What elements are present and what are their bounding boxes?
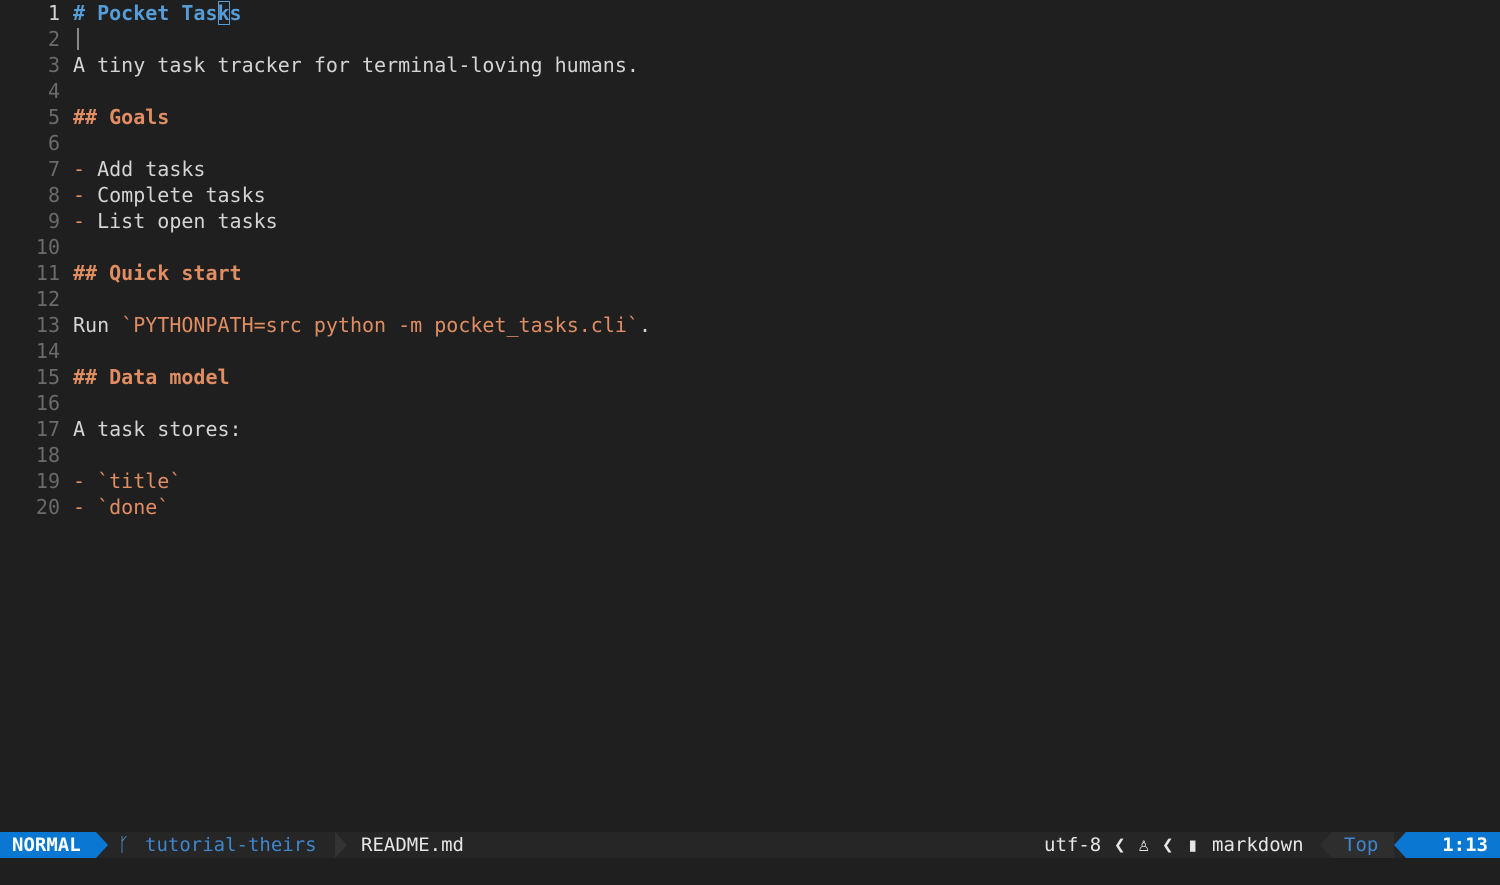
line-text: A task stores: <box>73 416 242 442</box>
line-number: 18 <box>35 443 60 467</box>
editor-line[interactable]: 1 # Pocket Tasks <box>0 0 1500 26</box>
line-number: 16 <box>35 391 60 415</box>
editor-line[interactable]: 11 ## Quick start <box>0 260 1500 286</box>
editor-line[interactable]: 8- Complete tasks <box>0 182 1500 208</box>
editor-line[interactable]: 6 <box>0 130 1500 156</box>
editor-buffer[interactable]: 1 # Pocket Tasks 2 3 A tiny task tracker for… <box>0 0 1500 832</box>
line-text: ## Quick start <box>73 260 242 286</box>
editor-line[interactable]: 5 ## Goals <box>0 104 1500 130</box>
text-segment: `PYTHONPATH=src python -m pocket_tasks.c… <box>121 313 639 337</box>
text-segment: - <box>73 157 98 181</box>
line-number: 6 <box>47 131 60 155</box>
line-number: 8 <box>47 183 60 207</box>
text-segment: . <box>638 313 651 337</box>
line-number: 3 <box>47 53 60 77</box>
editor-line[interactable]: 18 <box>0 442 1500 468</box>
line-text: - `done` <box>73 494 169 520</box>
line-number: 5 <box>47 105 60 129</box>
chevron-left-icon: ❮ <box>1114 834 1126 856</box>
file-icon: ▮ <box>1187 834 1199 856</box>
editor-line[interactable]: 7- Add tasks <box>0 156 1500 182</box>
line-number: 1 <box>47 1 60 25</box>
line-number: 11 <box>35 261 60 285</box>
linux-icon: ♙ <box>1138 834 1150 856</box>
line-number: 10 <box>35 235 60 259</box>
editor-line[interactable]: 14 <box>0 338 1500 364</box>
text-segment: Add tasks <box>97 157 206 181</box>
editor-line[interactable]: 13 Run `PYTHONPATH=src python -m pocket_t… <box>0 312 1500 338</box>
editor-line[interactable]: 12 <box>0 286 1500 312</box>
editor-line[interactable]: 20- `done` <box>0 494 1500 520</box>
cursor-char: k <box>217 1 230 25</box>
editor-line[interactable]: 10 <box>0 234 1500 260</box>
line-number: 14 <box>35 339 60 363</box>
editor-line[interactable]: 16 <box>0 390 1500 416</box>
text-segment: ## Quick start <box>73 261 242 285</box>
line-number: 20 <box>35 495 60 519</box>
chevron-left-icon: ❮ <box>1162 834 1174 856</box>
position-separator <box>1394 832 1406 858</box>
git-branch-name: tutorial-theirs <box>145 834 317 856</box>
text-segment: s <box>229 1 242 25</box>
editor-line[interactable]: 19- `title` <box>0 468 1500 494</box>
line-number: 9 <box>47 209 60 233</box>
branch-separator <box>335 832 347 858</box>
line-number: 15 <box>35 365 60 389</box>
text-segment: Run <box>73 313 122 337</box>
editor-line[interactable]: 9- List open tasks <box>0 208 1500 234</box>
file-encoding: utf-8 <box>1044 834 1102 856</box>
line-text: - `title` <box>73 468 181 494</box>
file-name: README.md <box>361 834 464 856</box>
line-text: - List open tasks <box>73 208 278 234</box>
text-segment: - <box>73 183 98 207</box>
text-segment: - <box>73 495 98 519</box>
text-segment: # Pocket Tas <box>73 1 218 25</box>
scroll-position: Top <box>1332 832 1394 858</box>
text-segment: Complete tasks <box>97 183 266 207</box>
scroll-separator <box>1320 832 1332 858</box>
line-number: 4 <box>47 79 60 103</box>
text-segment: - <box>73 209 98 233</box>
text-segment: - <box>73 469 98 493</box>
text-segment: List open tasks <box>97 209 278 233</box>
text-segment: A task stores: <box>73 417 242 441</box>
line-text: ## Goals <box>73 104 169 130</box>
line-text: # Pocket Tasks <box>73 0 242 26</box>
text-segment: A tiny task tracker for terminal-loving … <box>73 53 639 77</box>
text-segment: ## Data model <box>73 365 230 389</box>
editor-line[interactable]: 17 A task stores: <box>0 416 1500 442</box>
file-type: markdown <box>1212 834 1304 856</box>
editor-line[interactable]: 3 A tiny task tracker for terminal-loving… <box>0 52 1500 78</box>
line-text: ## Data model <box>73 364 230 390</box>
line-number: 7 <box>47 157 60 181</box>
command-line[interactable] <box>0 858 1500 885</box>
mode-separator <box>96 832 108 858</box>
line-text: Run `PYTHONPATH=src python -m pocket_tas… <box>73 312 651 338</box>
line-number: 12 <box>35 287 60 311</box>
insert-cursor <box>77 28 79 50</box>
line-text: - Complete tasks <box>73 182 266 208</box>
cursor-position: 1:13 <box>1406 832 1500 858</box>
editor-line[interactable]: 2 <box>0 26 1500 52</box>
line-number: 19 <box>35 469 60 493</box>
line-number: 13 <box>35 313 60 337</box>
mode-indicator: NORMAL <box>0 832 96 858</box>
line-text: A tiny task tracker for terminal-loving … <box>73 52 639 78</box>
text-segment: ## Goals <box>73 105 170 129</box>
editor-line[interactable]: 4 <box>0 78 1500 104</box>
text-segment: `done` <box>97 495 170 519</box>
git-branch-icon: ᚴ <box>118 834 130 856</box>
text-segment: `title` <box>97 469 182 493</box>
line-number: 2 <box>47 27 60 51</box>
line-text: - Add tasks <box>73 156 205 182</box>
status-line: NORMAL ᚴ tutorial-theirs README.md utf-8… <box>0 832 1500 858</box>
editor-line[interactable]: 15 ## Data model <box>0 364 1500 390</box>
line-number: 17 <box>35 417 60 441</box>
